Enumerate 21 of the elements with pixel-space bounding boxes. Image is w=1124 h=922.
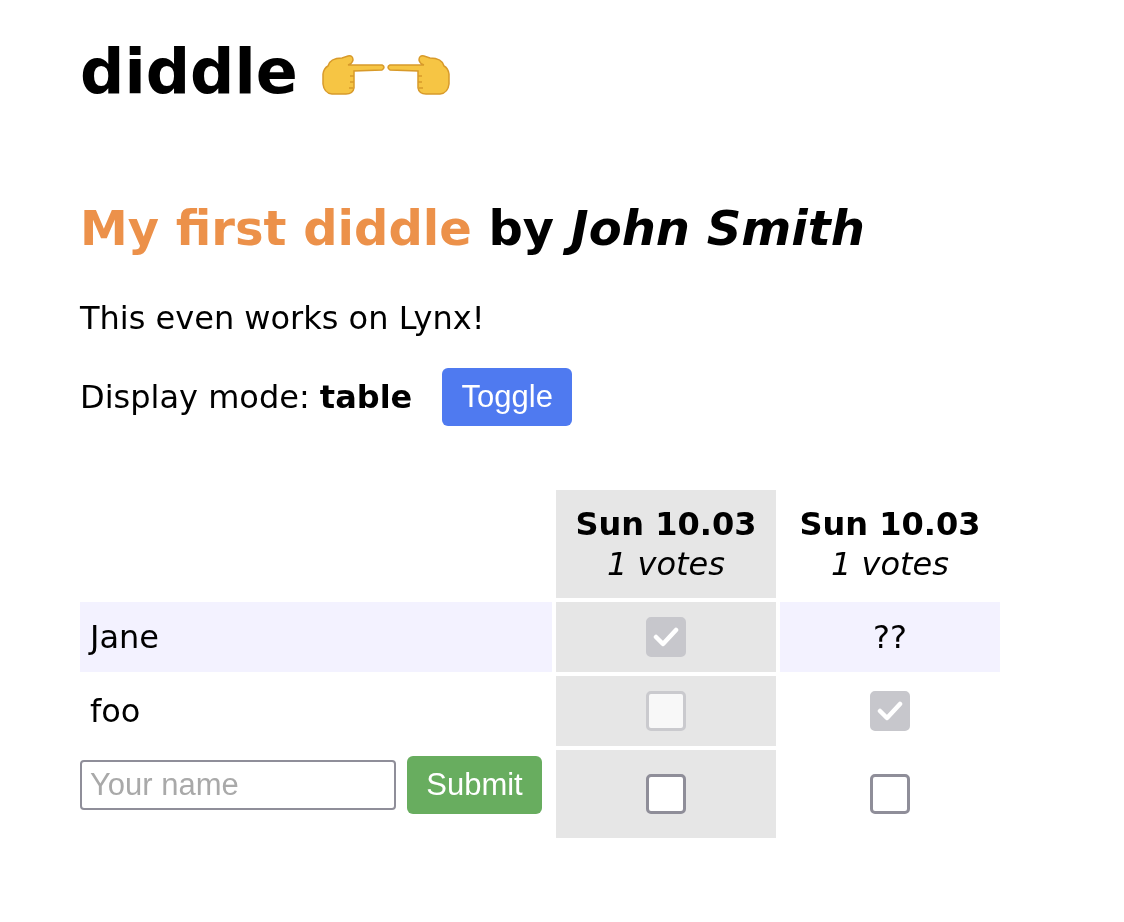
pointing-hand-icon xyxy=(319,52,386,96)
submit-button[interactable]: Submit xyxy=(407,756,542,814)
poll-note: This even works on Lynx! xyxy=(80,298,485,338)
participant-name-cell-text: foo xyxy=(89,691,142,732)
poll-title-link[interactable]: My first diddle xyxy=(80,200,472,256)
date-label: Sun 10.03 xyxy=(799,504,981,544)
checkbox[interactable] xyxy=(870,774,910,814)
date-label: Sun 10.03 xyxy=(575,504,757,544)
votes-label: 1 votes xyxy=(831,544,949,584)
participant-name-cell: Jane xyxy=(80,602,552,672)
display-mode-text: Display mode: table xyxy=(80,377,413,417)
checkbox[interactable] xyxy=(646,774,686,814)
app-title: diddle xyxy=(80,36,298,108)
name-input[interactable]: Your name xyxy=(80,760,396,810)
vote-cell: ?? xyxy=(780,602,1000,672)
votes-label: 1 votes xyxy=(607,544,725,584)
check-icon xyxy=(653,626,679,648)
toggle-button[interactable]: Toggle xyxy=(442,368,573,426)
pointing-hand-icon xyxy=(385,52,452,96)
check-icon xyxy=(877,700,903,722)
poll-heading: My first diddle by John Smith xyxy=(80,200,865,256)
